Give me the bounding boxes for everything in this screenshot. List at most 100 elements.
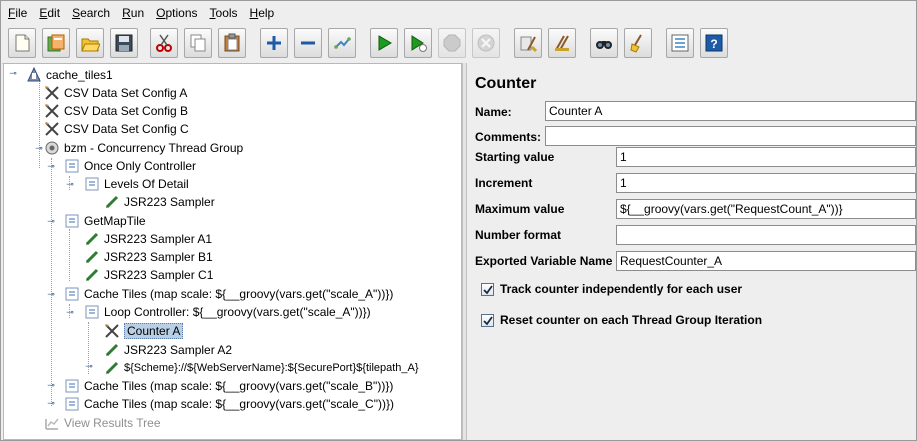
tree-node-view-results-tree[interactable]: View Results Tree <box>44 414 161 432</box>
stop-button[interactable] <box>438 28 466 58</box>
tree-node-once-only[interactable]: Once Only Controller <box>64 157 196 175</box>
cut-icon <box>156 34 172 52</box>
increment-field[interactable]: 1 <box>616 173 916 193</box>
reset-counter-checkbox-row[interactable]: Reset counter on each Thread Group Itera… <box>481 313 762 327</box>
tree-node-levels-of-detail[interactable]: Levels Of Detail <box>84 175 189 193</box>
function-helper-button[interactable] <box>666 28 694 58</box>
exported-variable-field[interactable]: RequestCounter_A <box>616 251 916 271</box>
tree-node-jsr223-a1[interactable]: JSR223 Sampler A1 <box>84 230 212 248</box>
clear-all-icon <box>555 35 569 51</box>
config-element-icon <box>44 103 60 119</box>
tree-node-loop-controller[interactable]: Loop Controller: ${__groovy(vars.get("sc… <box>84 303 371 321</box>
menu-options[interactable]: Options <box>156 6 197 20</box>
jmeter-window: File Edit Search Run Options Tools Help <box>0 0 917 441</box>
expand-toggle[interactable]: ⊸ <box>46 398 56 408</box>
tree-node-jsr223-c1[interactable]: JSR223 Sampler C1 <box>84 266 213 284</box>
search-button[interactable] <box>590 28 618 58</box>
increment-label: Increment <box>475 176 533 190</box>
toggle-button[interactable] <box>328 28 356 58</box>
shutdown-button[interactable] <box>472 28 500 58</box>
tree-node-csv-c[interactable]: CSV Data Set Config C <box>44 120 189 138</box>
menu-run[interactable]: Run <box>122 6 144 20</box>
clear-button[interactable] <box>514 28 542 58</box>
templates-button[interactable] <box>42 28 70 58</box>
open-icon <box>81 38 100 52</box>
tree-node-cache-tiles-b[interactable]: Cache Tiles (map scale: ${__groovy(vars.… <box>64 377 393 395</box>
comments-field[interactable] <box>545 126 916 146</box>
collapse-all-button[interactable] <box>294 28 322 58</box>
expand-toggle[interactable]: ⊸ <box>8 68 18 78</box>
controller-icon <box>64 286 80 302</box>
reset-counter-checkbox[interactable] <box>481 313 494 327</box>
name-field[interactable]: Counter A <box>545 101 916 121</box>
templates-icon <box>47 34 65 52</box>
open-button[interactable] <box>76 28 104 58</box>
expand-toggle[interactable]: ⊸ <box>65 179 75 189</box>
menu-search[interactable]: Search <box>72 6 110 20</box>
starting-value-field[interactable]: 1 <box>616 147 916 167</box>
tree-node-csv-b[interactable]: CSV Data Set Config B <box>44 102 188 120</box>
copy-button[interactable] <box>184 28 212 58</box>
controller-icon <box>64 213 80 229</box>
menu-help[interactable]: Help <box>250 6 275 20</box>
start-no-pauses-icon <box>411 35 427 52</box>
expand-icon <box>267 36 281 50</box>
config-element-icon <box>44 121 60 137</box>
test-plan-tree[interactable]: ⊸ ⊸ ⊸ ⊸ ⊸ ⊸ ⊸ ⊸ ⊸ ⊸ cache_tiles1 CSV Dat… <box>3 63 462 440</box>
save-button[interactable] <box>110 28 138 58</box>
exported-variable-label: Exported Variable Name <box>475 254 613 268</box>
svg-text:?: ? <box>710 37 717 51</box>
reset-search-button[interactable] <box>624 28 652 58</box>
tree-node-test-plan[interactable]: cache_tiles1 <box>26 66 113 84</box>
tree-node-jsr223-sampler[interactable]: JSR223 Sampler <box>104 193 215 211</box>
tree-node-getmaptile[interactable]: GetMapTile <box>64 212 146 230</box>
menu-edit[interactable]: Edit <box>39 6 60 20</box>
clear-icon <box>520 36 538 53</box>
tree-node-thread-group[interactable]: bzm - Concurrency Thread Group <box>44 139 243 157</box>
tree-node-cache-tiles-a[interactable]: Cache Tiles (map scale: ${__groovy(vars.… <box>64 285 393 303</box>
config-element-icon <box>104 323 120 339</box>
expand-toggle[interactable]: ⊸ <box>46 289 56 299</box>
paste-button[interactable] <box>218 28 246 58</box>
expand-toggle[interactable]: ⊸ <box>84 361 94 371</box>
track-counter-checkbox[interactable] <box>481 282 494 296</box>
tree-node-http-sampler[interactable]: ${Scheme}://${WebServerName}:${SecurePor… <box>104 359 419 377</box>
search-icon <box>596 41 612 49</box>
maximum-value-field[interactable]: ${__groovy(vars.get("RequestCount_A"))} <box>616 199 916 219</box>
cut-button[interactable] <box>150 28 178 58</box>
expand-toggle[interactable]: ⊸ <box>46 161 56 171</box>
maximum-value-label: Maximum value <box>475 202 565 216</box>
track-counter-checkbox-row[interactable]: Track counter independently for each use… <box>481 282 742 296</box>
counter-config-panel: Counter Name: Counter A Comments: Starti… <box>467 63 916 440</box>
expand-all-button[interactable] <box>260 28 288 58</box>
tree-node-jsr223-a2[interactable]: JSR223 Sampler A2 <box>104 341 232 359</box>
shutdown-icon <box>477 34 495 52</box>
checkmark-icon <box>483 315 493 325</box>
config-element-icon <box>44 85 60 101</box>
test-plan-icon <box>26 66 42 83</box>
controller-icon <box>64 158 80 174</box>
tree-node-csv-a[interactable]: CSV Data Set Config A <box>44 84 187 102</box>
expand-toggle[interactable]: ⊸ <box>65 307 75 317</box>
menu-bar: File Edit Search Run Options Tools Help <box>2 2 915 24</box>
help-button[interactable]: ? <box>700 28 728 58</box>
new-button[interactable] <box>8 28 36 58</box>
start-button[interactable] <box>370 28 398 58</box>
number-format-field[interactable] <box>616 225 916 245</box>
stop-icon <box>443 34 461 52</box>
toggle-icon <box>334 37 351 49</box>
controller-icon <box>84 304 100 320</box>
expand-toggle[interactable]: ⊸ <box>46 380 56 390</box>
toolbar: ? <box>2 24 915 64</box>
tree-node-jsr223-b1[interactable]: JSR223 Sampler B1 <box>84 248 213 266</box>
expand-toggle[interactable]: ⊸ <box>46 216 56 226</box>
tree-node-cache-tiles-c[interactable]: Cache Tiles (map scale: ${__groovy(vars.… <box>64 395 394 413</box>
clear-all-button[interactable] <box>548 28 576 58</box>
start-no-pauses-button[interactable] <box>404 28 432 58</box>
tree-node-counter-a[interactable]: Counter A <box>104 322 184 340</box>
menu-file[interactable]: File <box>8 6 27 20</box>
expand-toggle[interactable]: ⊸ <box>34 143 44 153</box>
menu-tools[interactable]: Tools <box>210 6 238 20</box>
help-icon: ? <box>705 34 723 52</box>
start-icon <box>378 35 392 51</box>
